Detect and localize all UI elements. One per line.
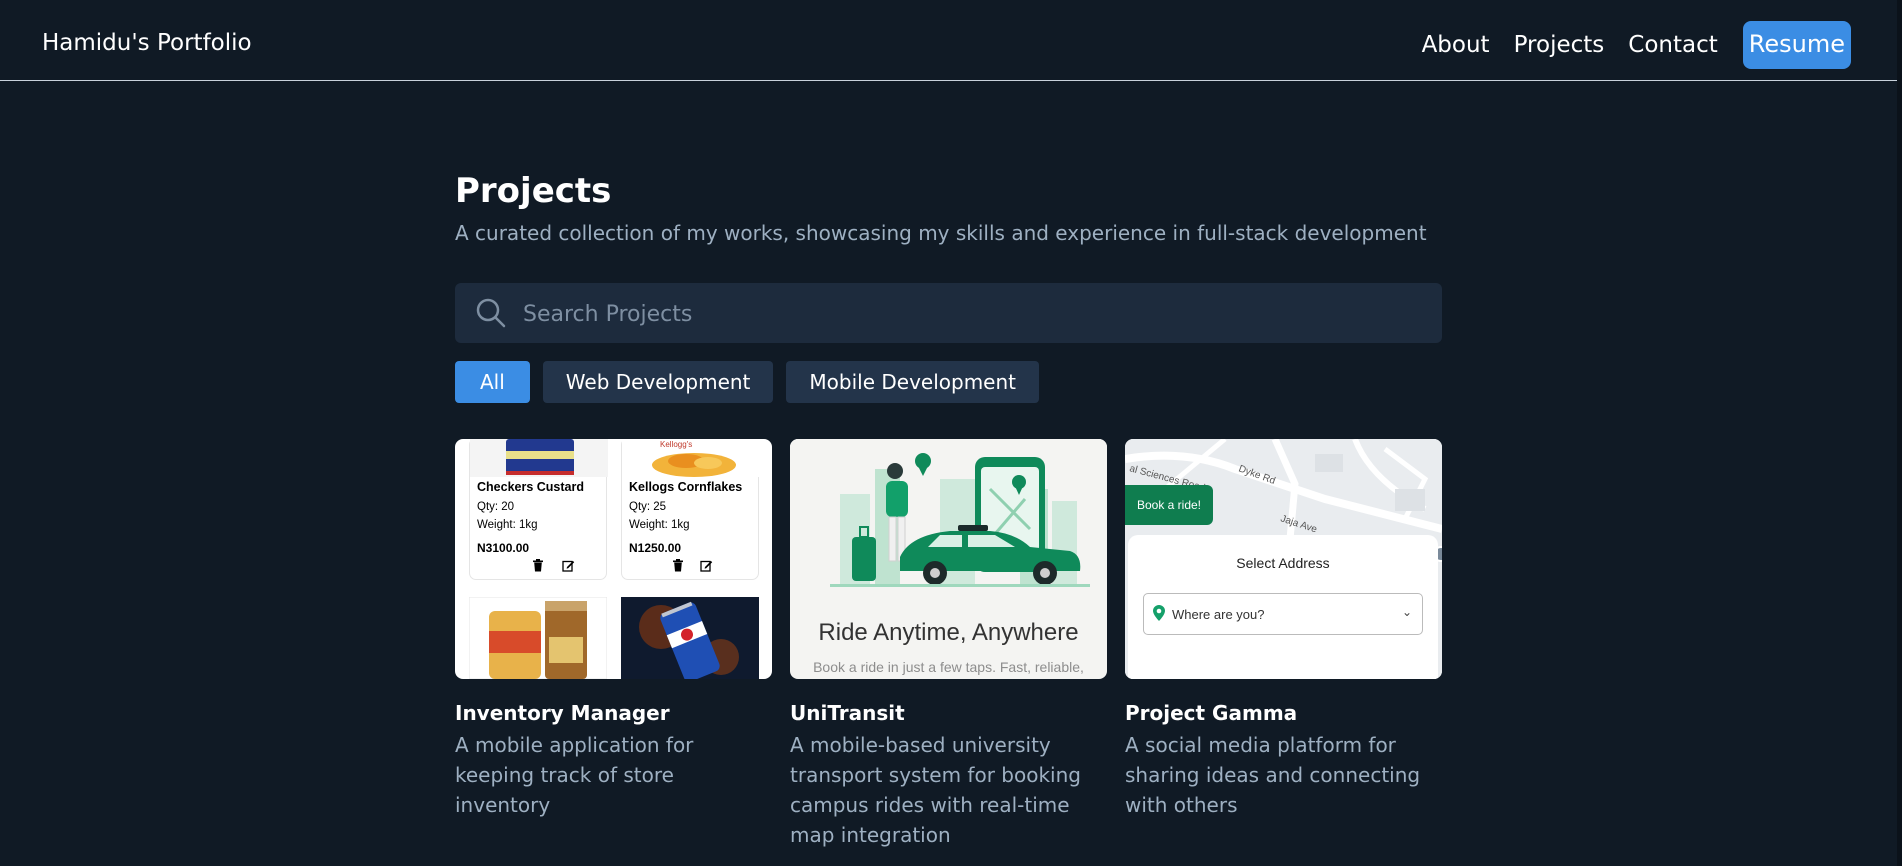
chevron-down-icon: ⌄ bbox=[1401, 605, 1412, 619]
project-thumbnail[interactable]: Checkers Custard Qty: 20 Weight: 1kg N31… bbox=[455, 439, 772, 679]
project-title[interactable]: Inventory Manager bbox=[455, 700, 772, 726]
hero-subtext: Book a ride in just a few taps. Fast, re… bbox=[813, 659, 1084, 675]
project-card-inventory-manager[interactable]: Checkers Custard Qty: 20 Weight: 1kg N31… bbox=[455, 439, 772, 820]
projects-section: Projects A curated collection of my work… bbox=[455, 170, 1442, 847]
nav-about-link[interactable]: About bbox=[1422, 32, 1490, 58]
location-pin-icon bbox=[1153, 605, 1165, 625]
hero-headline: Ride Anytime, Anywhere bbox=[818, 619, 1079, 646]
project-card-unitransit[interactable]: Ride Anytime, Anywhere Book a ride in ju… bbox=[790, 439, 1107, 850]
address-placeholder: Where are you? bbox=[1172, 607, 1265, 622]
custard-tin-image bbox=[470, 439, 608, 477]
edit-icon[interactable] bbox=[562, 559, 575, 572]
project-description: A social media platform for sharing idea… bbox=[1125, 733, 1421, 817]
resume-button[interactable]: Resume bbox=[1742, 21, 1851, 69]
product-name: Checkers Custard bbox=[477, 480, 584, 494]
brand-logo-text[interactable]: Hamidu's Portfolio bbox=[42, 30, 252, 56]
svg-text:Kellogg's: Kellogg's bbox=[660, 440, 692, 449]
product-card: Kellogg's Kellogs Cornflakes Qty: 25 Wei… bbox=[621, 439, 760, 580]
nav-projects-link[interactable]: Projects bbox=[1514, 32, 1605, 58]
trash-icon[interactable] bbox=[532, 559, 544, 572]
filter-all[interactable]: All bbox=[455, 361, 530, 403]
search-input[interactable] bbox=[521, 295, 1405, 333]
page-scrollbar[interactable] bbox=[1897, 0, 1902, 866]
project-title[interactable]: Project Gamma bbox=[1125, 700, 1442, 726]
sheet-title: Select Address bbox=[1236, 555, 1330, 571]
product-weight: Weight: 1kg bbox=[477, 519, 538, 531]
trash-icon[interactable] bbox=[672, 559, 684, 572]
filter-mobile-development[interactable]: Mobile Development bbox=[786, 361, 1040, 403]
product-qty: Qty: 25 bbox=[629, 501, 667, 513]
product-name: Kellogs Cornflakes bbox=[629, 480, 743, 494]
page-subtitle: A curated collection of my works, showca… bbox=[455, 221, 1427, 245]
top-navbar: Hamidu's Portfolio About Projects Contac… bbox=[0, 0, 1897, 81]
nav-contact-link[interactable]: Contact bbox=[1628, 32, 1717, 58]
search-icon bbox=[476, 298, 506, 328]
product-qty: Qty: 20 bbox=[477, 501, 515, 513]
project-description: A mobile-based university transport syst… bbox=[790, 733, 1081, 847]
product-price: N1250.00 bbox=[629, 541, 682, 555]
product-card: Checkers Custard Qty: 20 Weight: 1kg N31… bbox=[469, 439, 608, 580]
project-title[interactable]: UniTransit bbox=[790, 700, 1107, 726]
pepsi-can-image bbox=[621, 597, 759, 679]
book-ride-button[interactable]: Book a ride! bbox=[1125, 485, 1213, 525]
project-description: A mobile application for keeping track o… bbox=[455, 733, 694, 817]
product-weight: Weight: 1kg bbox=[629, 519, 690, 531]
project-thumbnail[interactable]: Ride Anytime, Anywhere Book a ride in ju… bbox=[790, 439, 1107, 679]
filter-tabs: All Web Development Mobile Development bbox=[455, 361, 1052, 403]
filter-web-development[interactable]: Web Development bbox=[542, 361, 774, 403]
page-title: Projects bbox=[455, 171, 612, 211]
main-nav: About Projects Contact Resume bbox=[1398, 21, 1851, 69]
project-thumbnail[interactable]: al Sciences Road Dyke Rd Jaja Ave Book a… bbox=[1125, 439, 1442, 679]
product-price: N3100.00 bbox=[477, 541, 530, 555]
project-card-project-gamma[interactable]: al Sciences Road Dyke Rd Jaja Ave Book a… bbox=[1125, 439, 1442, 820]
address-select[interactable]: Where are you? ⌄ bbox=[1143, 593, 1423, 635]
ride-illustration bbox=[790, 439, 1107, 614]
spice-jars-image bbox=[469, 597, 607, 679]
search-bar bbox=[455, 283, 1442, 343]
address-sheet: Select Address Where are you? ⌄ bbox=[1128, 535, 1438, 679]
cornflakes-bowl-image: Kellogg's bbox=[622, 439, 760, 477]
edit-icon[interactable] bbox=[700, 559, 713, 572]
